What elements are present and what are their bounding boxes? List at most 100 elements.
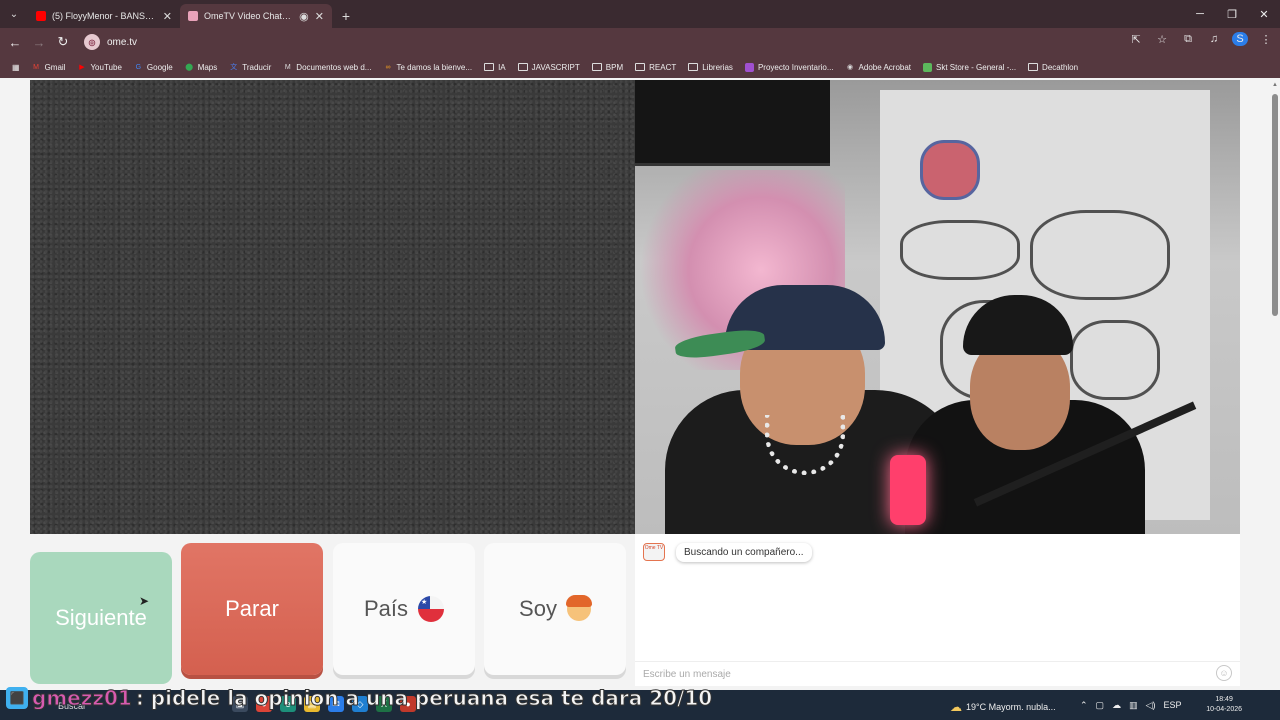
- apps-grid-icon[interactable]: ▦: [6, 63, 26, 72]
- bookmark-mdn[interactable]: M Documentos web d...: [277, 63, 377, 72]
- ometv-logo: Ome TV: [643, 543, 665, 561]
- chile-flag-icon: ★: [418, 596, 445, 622]
- bookmark-folder-ia[interactable]: IA: [478, 63, 512, 72]
- infinity-icon: ∞: [385, 63, 391, 71]
- close-tab-icon[interactable]: ✕: [315, 10, 324, 23]
- country-selector-button[interactable]: País ★: [333, 543, 475, 675]
- weather-text: 19°C Mayorm. nubla...: [966, 702, 1056, 712]
- tab-title: (5) FloyyMenor - BANSHEE Ft. J: [52, 11, 157, 21]
- folder-icon: [484, 63, 495, 71]
- stop-button-label: Parar: [225, 596, 279, 621]
- browser-tab-strip: ⌄ (5) FloyyMenor - BANSHEE Ft. J ✕ OmeTV…: [0, 0, 1280, 28]
- address-toolbar: ← → ↻ ◎ ome.tv ⇱ ☆ ⧉ ♫ S ⋮: [0, 28, 1280, 56]
- partly-cloudy-icon: ☁: [950, 700, 962, 714]
- folder-icon: [1028, 63, 1039, 71]
- emoji-picker-icon[interactable]: ☺: [1216, 665, 1232, 681]
- youtube-icon: ▶: [79, 64, 85, 71]
- weather-widget[interactable]: ☁ 19°C Mayorm. nubla...: [950, 700, 1056, 714]
- folder-icon: [591, 63, 602, 71]
- next-button[interactable]: Siguiente: [30, 552, 172, 684]
- stop-button[interactable]: Parar: [181, 543, 323, 675]
- bookmark-welcome[interactable]: ∞ Te damos la bienve...: [377, 63, 478, 72]
- bookmark-folder-decathlon[interactable]: Decathlon: [1022, 63, 1084, 72]
- chat-message-input[interactable]: Escribe un mensaje: [635, 661, 1240, 686]
- back-icon[interactable]: ←: [3, 30, 27, 54]
- bookmark-folder-bpm[interactable]: BPM: [586, 63, 629, 72]
- tab-search-icon[interactable]: ⌄: [0, 0, 28, 28]
- close-tab-icon[interactable]: ✕: [163, 10, 172, 23]
- bookmark-folder-librerias[interactable]: Librerias: [682, 63, 739, 72]
- profile-avatar[interactable]: S: [1232, 32, 1248, 46]
- bookmark-proyecto-inventario[interactable]: Proyecto Inventario...: [739, 62, 840, 72]
- onedrive-icon[interactable]: ☁: [1112, 700, 1121, 711]
- clock-date: 10-04-2026: [1206, 706, 1242, 713]
- tab-youtube[interactable]: (5) FloyyMenor - BANSHEE Ft. J ✕: [28, 4, 180, 28]
- forward-icon[interactable]: →: [27, 30, 51, 54]
- tray-app-icon[interactable]: ▢: [1096, 700, 1105, 711]
- site-info-icon[interactable]: ◎: [84, 34, 100, 50]
- bookmark-folder-javascript[interactable]: JAVASCRIPT: [512, 63, 586, 72]
- gender-selector-button[interactable]: Soy: [484, 543, 626, 675]
- taskbar-clock[interactable]: 18:49 10-04-2026: [1206, 695, 1242, 715]
- bookmark-google[interactable]: G Google: [128, 63, 179, 72]
- language-indicator[interactable]: ESP: [1164, 700, 1182, 711]
- boy-face-icon: [565, 595, 592, 621]
- restore-icon[interactable]: ❐: [1216, 0, 1248, 28]
- bookmark-skt-store[interactable]: Skt Store - General -...: [917, 62, 1022, 72]
- folder-icon: [517, 63, 528, 71]
- bookmark-maps[interactable]: ⬤ Maps: [179, 63, 224, 72]
- new-tab-button[interactable]: +: [332, 4, 360, 28]
- bookmark-folder-react[interactable]: REACT: [629, 63, 682, 72]
- bookmarks-bar: ▦ M Gmail ▶ YouTube G Google ⬤ Maps 文 Traduci…: [0, 56, 1280, 78]
- self-camera-video: [635, 80, 1240, 534]
- install-app-icon[interactable]: ⇱: [1128, 33, 1144, 46]
- scrollbar-thumb[interactable]: [1272, 94, 1278, 316]
- extensions-icon[interactable]: ⧉: [1180, 33, 1196, 46]
- wall-tv: [635, 80, 830, 166]
- partner-video-static: [30, 80, 635, 534]
- maps-icon: ⬤: [185, 64, 194, 71]
- bookmark-adobe-acrobat[interactable]: ◉ Adobe Acrobat: [840, 63, 917, 72]
- scroll-up-arrow-icon[interactable]: ▲: [1272, 82, 1278, 88]
- media-control-icon[interactable]: ♫: [1206, 33, 1222, 45]
- window-controls: ─ ❐ ✕: [1184, 0, 1280, 28]
- tray-chevron-icon[interactable]: ⌃: [1080, 700, 1088, 711]
- google-icon: G: [135, 63, 142, 71]
- app-icon: [744, 62, 754, 72]
- next-button-label: Siguiente: [55, 605, 147, 630]
- bookmark-translate[interactable]: 文 Traducir: [223, 63, 277, 72]
- clock-time: 18:49: [1215, 696, 1233, 703]
- toolbar-actions: ⇱ ☆ ⧉ ♫ S ⋮: [1128, 32, 1274, 46]
- youtube-favicon-icon: [36, 11, 46, 21]
- close-window-icon[interactable]: ✕: [1248, 0, 1280, 28]
- volume-icon[interactable]: ◁): [1146, 700, 1156, 711]
- pink-microphone: [890, 455, 926, 525]
- recording-indicator-icon: ◉: [299, 10, 309, 23]
- chat-panel: Ome TV Buscando un compañero... Escribe …: [635, 534, 1240, 686]
- gmail-icon: M: [33, 63, 39, 71]
- wifi-icon[interactable]: ▥: [1129, 700, 1138, 711]
- bookmark-gmail[interactable]: M Gmail: [26, 63, 72, 72]
- mouse-cursor-icon: ➤: [139, 594, 150, 608]
- minimize-icon[interactable]: ─: [1184, 0, 1216, 28]
- chat-status-message: Buscando un compañero...: [676, 543, 812, 562]
- tab-title: OmeTV Video Chat — Ome: [204, 11, 294, 21]
- bookmark-youtube[interactable]: ▶ YouTube: [71, 63, 127, 72]
- reload-icon[interactable]: ↻: [51, 30, 75, 54]
- store-icon: [923, 62, 933, 72]
- url-text[interactable]: ome.tv: [107, 37, 137, 48]
- menu-kebab-icon[interactable]: ⋮: [1258, 33, 1274, 46]
- address-bar[interactable]: ◎ ome.tv: [80, 32, 1160, 52]
- folder-icon: [635, 63, 646, 71]
- bookmark-star-icon[interactable]: ☆: [1154, 33, 1170, 46]
- country-label: País: [363, 596, 409, 621]
- twitch-badge-icon: ⬛: [6, 687, 28, 709]
- tab-ometv[interactable]: OmeTV Video Chat — Ome ◉ ✕: [180, 4, 332, 28]
- translate-icon: 文: [230, 64, 238, 71]
- folder-icon: [688, 63, 699, 71]
- person-right: [905, 290, 1145, 534]
- mdn-icon: M: [284, 63, 291, 71]
- ometv-favicon-icon: [188, 11, 198, 21]
- system-tray: ⌃ ▢ ☁ ▥ ◁) ESP: [1080, 700, 1182, 711]
- stream-chat-overlay: ⬛ gmezz01 : pidele la opinion a una peru…: [6, 686, 713, 711]
